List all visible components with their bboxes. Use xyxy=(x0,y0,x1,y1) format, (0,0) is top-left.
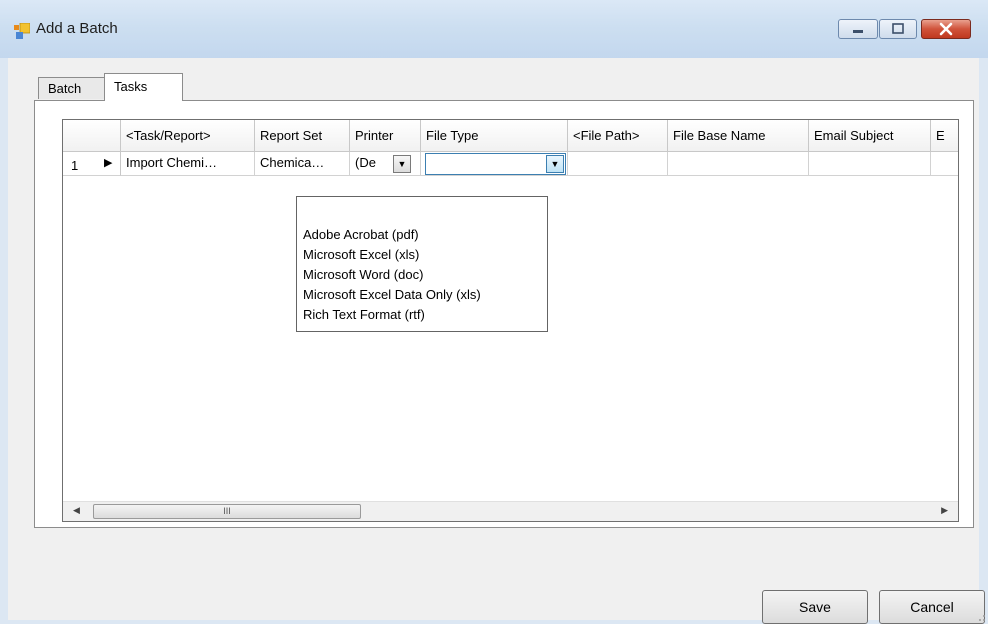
cell-printer[interactable]: (De ▼ xyxy=(350,152,421,176)
tab-tasks-label: Tasks xyxy=(114,79,148,94)
column-header-email-subject[interactable]: Email Subject xyxy=(809,120,931,152)
column-header-file-base-name[interactable]: File Base Name xyxy=(668,120,809,152)
cell-file-base-name[interactable] xyxy=(668,152,809,176)
tab-tasks[interactable]: Tasks xyxy=(104,73,183,101)
row-header-corner xyxy=(63,120,121,152)
file-type-option-rtf[interactable]: Rich Text Format (rtf) xyxy=(303,307,425,322)
minimize-button[interactable] xyxy=(838,19,878,39)
horizontal-scrollbar[interactable]: ◀ III ▶ xyxy=(63,501,958,521)
chevron-down-icon: ▼ xyxy=(550,159,560,169)
tab-batch[interactable]: Batch xyxy=(38,77,105,99)
printer-dropdown-button[interactable]: ▼ xyxy=(393,155,411,173)
cell-task-report[interactable]: Import Chemi… xyxy=(121,152,255,176)
title-bar[interactable]: Add a Batch xyxy=(0,0,988,58)
printer-value: (De xyxy=(355,155,376,170)
file-type-dropdown-list[interactable]: Adobe Acrobat (pdf) Microsoft Excel (xls… xyxy=(296,196,548,332)
cell-email-subject[interactable] xyxy=(809,152,931,176)
column-header-report-set[interactable]: Report Set xyxy=(255,120,350,152)
file-type-combobox[interactable]: ▼ xyxy=(425,153,566,175)
chevron-down-icon: ▼ xyxy=(397,159,407,169)
column-header-file-type[interactable]: File Type xyxy=(421,120,568,152)
row-number: 1 xyxy=(71,158,79,173)
maximize-icon xyxy=(892,23,904,34)
current-row-pointer-icon: ▶ xyxy=(104,157,113,169)
window-title: Add a Batch xyxy=(36,20,118,37)
column-header-task-report[interactable]: <Task/Report> xyxy=(121,120,255,152)
add-batch-dialog: Add a Batch Batch Tasks <Task/Report> Re… xyxy=(0,0,988,624)
save-button[interactable]: Save xyxy=(762,590,868,624)
dialog-client-area: Batch Tasks <Task/Report> Report Set Pri… xyxy=(8,58,985,624)
minimize-icon xyxy=(853,30,863,33)
app-window-icon xyxy=(14,23,30,39)
file-type-option-xls[interactable]: Microsoft Excel (xls) xyxy=(303,247,419,262)
close-button[interactable] xyxy=(921,19,971,39)
file-type-option-pdf[interactable]: Adobe Acrobat (pdf) xyxy=(303,227,419,242)
close-icon xyxy=(939,22,953,36)
column-header-file-path[interactable]: <File Path> xyxy=(568,120,668,152)
cell-e[interactable] xyxy=(931,152,958,176)
cell-file-path[interactable] xyxy=(568,152,668,176)
column-header-printer[interactable]: Printer xyxy=(350,120,421,152)
scroll-left-icon[interactable]: ◀ xyxy=(73,505,80,516)
file-type-option-doc[interactable]: Microsoft Word (doc) xyxy=(303,267,423,282)
cancel-button[interactable]: Cancel xyxy=(879,590,985,624)
maximize-button[interactable] xyxy=(879,19,917,39)
scrollbar-thumb[interactable]: III xyxy=(93,504,361,519)
resize-grip-icon[interactable] xyxy=(976,612,986,622)
file-type-option-xls-data-only[interactable]: Microsoft Excel Data Only (xls) xyxy=(303,287,481,302)
scroll-right-icon[interactable]: ▶ xyxy=(941,505,948,516)
row-header-1[interactable]: 1 ▶ xyxy=(63,152,121,176)
column-header-e[interactable]: E xyxy=(931,120,958,152)
cell-report-set[interactable]: Chemica… xyxy=(255,152,350,176)
scrollbar-grip: III xyxy=(223,506,231,516)
tab-batch-label: Batch xyxy=(48,81,82,96)
file-type-dropdown-button[interactable]: ▼ xyxy=(546,155,564,173)
